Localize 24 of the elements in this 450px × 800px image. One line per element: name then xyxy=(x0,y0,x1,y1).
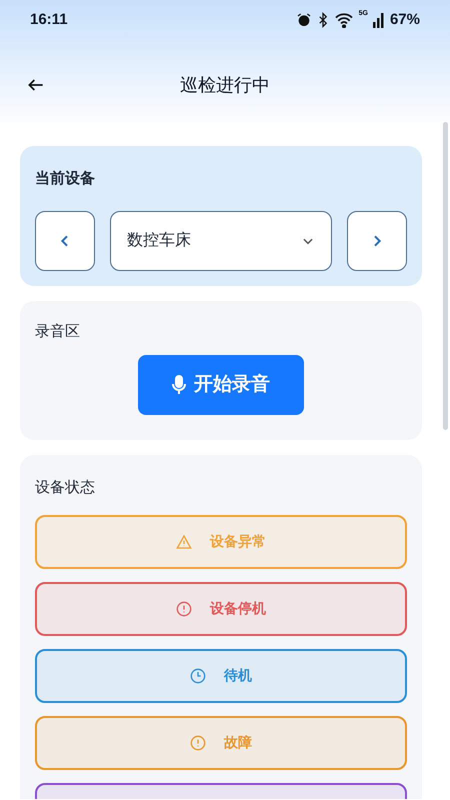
status-option[interactable]: 设备异常 xyxy=(35,514,407,568)
clock-icon xyxy=(190,668,206,684)
section-title: 录音区 xyxy=(35,322,81,342)
status-time: 16:11 xyxy=(30,10,68,30)
alarm-icon xyxy=(296,12,312,28)
next-button[interactable] xyxy=(347,210,407,270)
bluetooth-icon xyxy=(316,12,329,28)
previous-button[interactable] xyxy=(35,210,95,270)
section-title: 当前设备 xyxy=(35,169,96,189)
alert-icon xyxy=(176,600,192,616)
status-option[interactable]: 故障 xyxy=(35,716,407,770)
microphone-icon xyxy=(172,375,186,395)
battery-level: 67% xyxy=(390,10,420,30)
warning-icon xyxy=(176,534,192,550)
signal-icon xyxy=(372,12,385,28)
alert-icon xyxy=(190,734,206,750)
page-title: 巡检进行中 xyxy=(180,74,270,96)
record-button[interactable]: 开始录音 xyxy=(138,355,304,415)
status-option[interactable]: 待机 xyxy=(35,648,407,702)
status-option[interactable]: 设备停机 xyxy=(35,582,407,636)
dropdown-value: 数控车床 xyxy=(127,230,191,250)
wifi-icon xyxy=(334,12,354,28)
device-dropdown[interactable]: 数控车床 xyxy=(110,210,332,270)
section-title: 设备状态 xyxy=(35,478,96,498)
